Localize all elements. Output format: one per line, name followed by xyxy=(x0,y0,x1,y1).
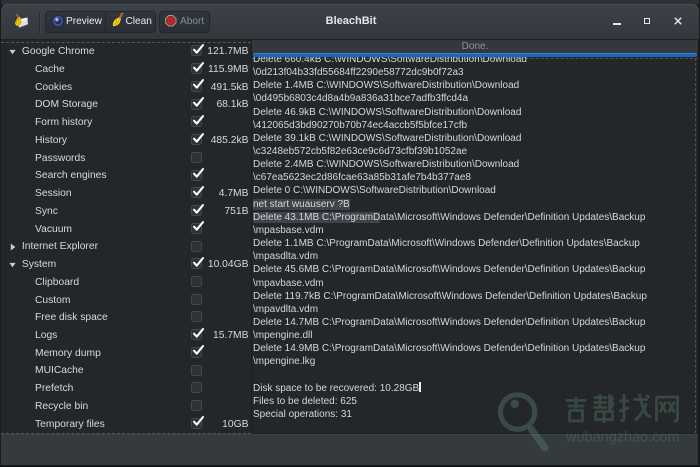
svg-text:wubangzhao.com: wubangzhao.com xyxy=(565,430,680,446)
